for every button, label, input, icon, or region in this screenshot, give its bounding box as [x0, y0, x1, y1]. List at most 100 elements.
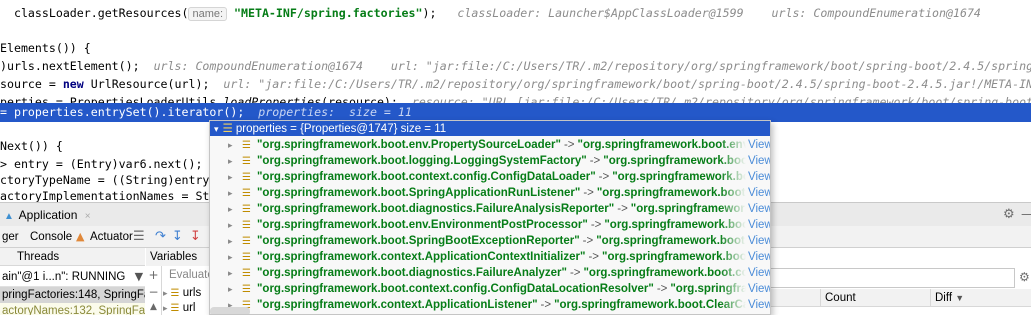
- force-step-into-icon[interactable]: ↧: [190, 229, 201, 245]
- memory-search-input[interactable]: [770, 268, 1015, 288]
- code-line-4: source = new UrlResource(url); url: "jar…: [0, 75, 1031, 94]
- popup-header-row[interactable]: ▾ ☰ properties = {Properties@1747} size = …: [210, 121, 770, 136]
- map-entry-row[interactable]: ▸ ☰ "org.springframework.boot.SpringApplic…: [210, 185, 770, 201]
- entry-key: "org.springframework.boot.SpringApplicat…: [256, 187, 581, 199]
- actuator-icon: ▲: [76, 230, 85, 243]
- view-link[interactable]: View: [746, 233, 770, 249]
- view-link[interactable]: View: [746, 185, 770, 201]
- expand-icon[interactable]: ▸: [228, 137, 236, 153]
- gear-icon[interactable]: ⚙: [1003, 207, 1015, 222]
- entry-key: "org.springframework.boot.diagnostics.Fa…: [256, 203, 615, 215]
- expand-icon[interactable]: ▸: [228, 169, 236, 185]
- expand-icon[interactable]: ▸: [228, 201, 236, 217]
- threads-header[interactable]: Threads: [0, 248, 145, 266]
- popup-header-label: properties = {Properties@1747} size = 11: [235, 123, 447, 135]
- arrow-icon: ->: [590, 219, 602, 231]
- thread-selector[interactable]: ain"@1 i...n": RUNNING ▼ ⌄: [0, 266, 145, 287]
- map-entry-row[interactable]: ▸ ☰ "org.springframework.boot.SpringBootEx…: [210, 233, 770, 249]
- expand-icon[interactable]: ▸: [228, 249, 236, 265]
- map-entry-row[interactable]: ▸ ☰ "org.springframework.boot.env.Environm…: [210, 217, 770, 233]
- minus-icon[interactable]: −: [146, 284, 161, 300]
- arrow-icon: ->: [540, 299, 552, 311]
- text-fade: [720, 217, 746, 233]
- view-link[interactable]: View: [746, 249, 770, 265]
- minimize-icon[interactable]: —: [1021, 207, 1031, 222]
- expand-icon[interactable]: ▸: [228, 185, 236, 201]
- text-fade: [720, 137, 746, 153]
- entry-key: "org.springframework.context.Application…: [256, 251, 586, 263]
- map-entry-row[interactable]: ▸ ☰ "org.springframework.context.Applicati…: [210, 249, 770, 265]
- expand-icon[interactable]: ▸: [163, 303, 168, 313]
- properties-popup[interactable]: ▾ ☰ properties = {Properties@1747} size = …: [209, 120, 771, 315]
- view-link[interactable]: View: [746, 153, 770, 169]
- expand-icon[interactable]: ▸: [228, 153, 236, 169]
- step-into-icon[interactable]: ↧: [172, 229, 183, 245]
- map-entry-row[interactable]: ▸ ☰ "org.springframework.boot.context.conf…: [210, 169, 770, 185]
- map-entry-row[interactable]: ▸ ☰ "org.springframework.context.Applicati…: [210, 297, 770, 313]
- run-config-tab[interactable]: ▲ Application ×: [0, 205, 91, 225]
- entry-key: "org.springframework.boot.env.Environmen…: [256, 219, 588, 231]
- frame-row[interactable]: actoryNames:132, SpringFactorie: [0, 303, 145, 315]
- inline-debug-value: properties: size = 11: [244, 105, 412, 119]
- column-count[interactable]: Count: [820, 289, 932, 307]
- tab-debugger[interactable]: ger: [2, 226, 19, 248]
- frame-row[interactable]: pringFactories:148, SpringFactor: [0, 287, 145, 303]
- map-entry-row[interactable]: ▸ ☰ "org.springframework.boot.diagnostics.…: [210, 201, 770, 217]
- filter-icon[interactable]: ▼: [135, 270, 143, 283]
- entry-icon: ☰: [242, 236, 251, 247]
- text-fade: [720, 185, 746, 201]
- entry-key: "org.springframework.context.Application…: [256, 299, 538, 311]
- expand-icon[interactable]: ▸: [228, 265, 236, 281]
- view-link[interactable]: View: [746, 281, 770, 297]
- column-diff[interactable]: Diff ▼: [930, 289, 1031, 307]
- horizontal-scrollbar[interactable]: [210, 307, 250, 314]
- expand-icon[interactable]: ▸: [228, 233, 236, 249]
- menu-icon[interactable]: ☰: [133, 229, 145, 245]
- gear-icon[interactable]: ⚙: [1019, 270, 1030, 284]
- tab-actuator[interactable]: Actuator: [90, 226, 133, 248]
- view-link[interactable]: View: [746, 201, 770, 217]
- arrow-icon: ->: [569, 267, 581, 279]
- view-link[interactable]: View: [746, 217, 770, 233]
- map-entry-row[interactable]: ▸ ☰ "org.springframework.boot.context.conf…: [210, 281, 770, 297]
- variables-header[interactable]: Variables: [146, 248, 216, 266]
- entry-key: "org.springframework.boot.context.config…: [256, 171, 596, 183]
- entry-key: "org.springframework.boot.env.PropertySo…: [256, 139, 561, 151]
- field-icon: ☰: [170, 303, 180, 314]
- inline-debug-value: classLoader: Launcher$AppClassLoader@159…: [436, 6, 981, 20]
- view-link[interactable]: View: [746, 169, 770, 185]
- entry-key: "org.springframework.boot.logging.Loggin…: [256, 155, 587, 167]
- entry-key: "org.springframework.boot.SpringBootExce…: [256, 235, 580, 247]
- app-run-icon: ▲: [4, 211, 14, 222]
- entry-icon: ☰: [242, 204, 251, 215]
- arrow-icon: ->: [598, 171, 610, 183]
- entry-icon: ☰: [242, 188, 251, 199]
- variables-side-toolbar: + − ▲: [146, 266, 162, 315]
- map-entry-row[interactable]: ▸ ☰ "org.springframework.boot.logging.Logg…: [210, 153, 770, 169]
- map-entry-row[interactable]: ▸ ☰ "org.springframework.boot.env.Property…: [210, 137, 770, 153]
- arrow-icon: ->: [583, 187, 594, 199]
- view-link[interactable]: View: [746, 265, 770, 281]
- chevron-up-icon[interactable]: ▲: [146, 300, 161, 314]
- view-link[interactable]: View: [746, 137, 770, 153]
- expand-icon[interactable]: ▸: [228, 217, 236, 233]
- expand-icon[interactable]: ▸: [163, 288, 168, 298]
- text-fade: [720, 265, 746, 281]
- arrow-icon: ->: [588, 251, 599, 263]
- field-icon: ☰: [170, 288, 180, 299]
- arrow-icon: ->: [563, 139, 575, 151]
- code-line-1: classLoader.getResources(name: "META-INF…: [0, 6, 981, 21]
- view-link[interactable]: View: [746, 297, 770, 313]
- collapse-icon[interactable]: ▾: [214, 124, 219, 134]
- evaluate-input[interactable]: Evaluate: [163, 266, 213, 285]
- add-watch-icon[interactable]: +: [146, 266, 161, 284]
- entry-icon: ☰: [242, 140, 251, 151]
- map-entry-row[interactable]: ▸ ☰ "org.springframework.boot.diagnostics.…: [210, 265, 770, 281]
- entry-key: "org.springframework.boot.context.config…: [256, 283, 654, 295]
- close-icon[interactable]: ×: [85, 211, 91, 222]
- step-over-icon[interactable]: ↷: [155, 229, 166, 245]
- expand-icon[interactable]: ▸: [228, 281, 236, 297]
- entry-icon: ☰: [242, 284, 251, 295]
- tab-console[interactable]: Console: [30, 226, 72, 248]
- text-fade: [720, 153, 746, 169]
